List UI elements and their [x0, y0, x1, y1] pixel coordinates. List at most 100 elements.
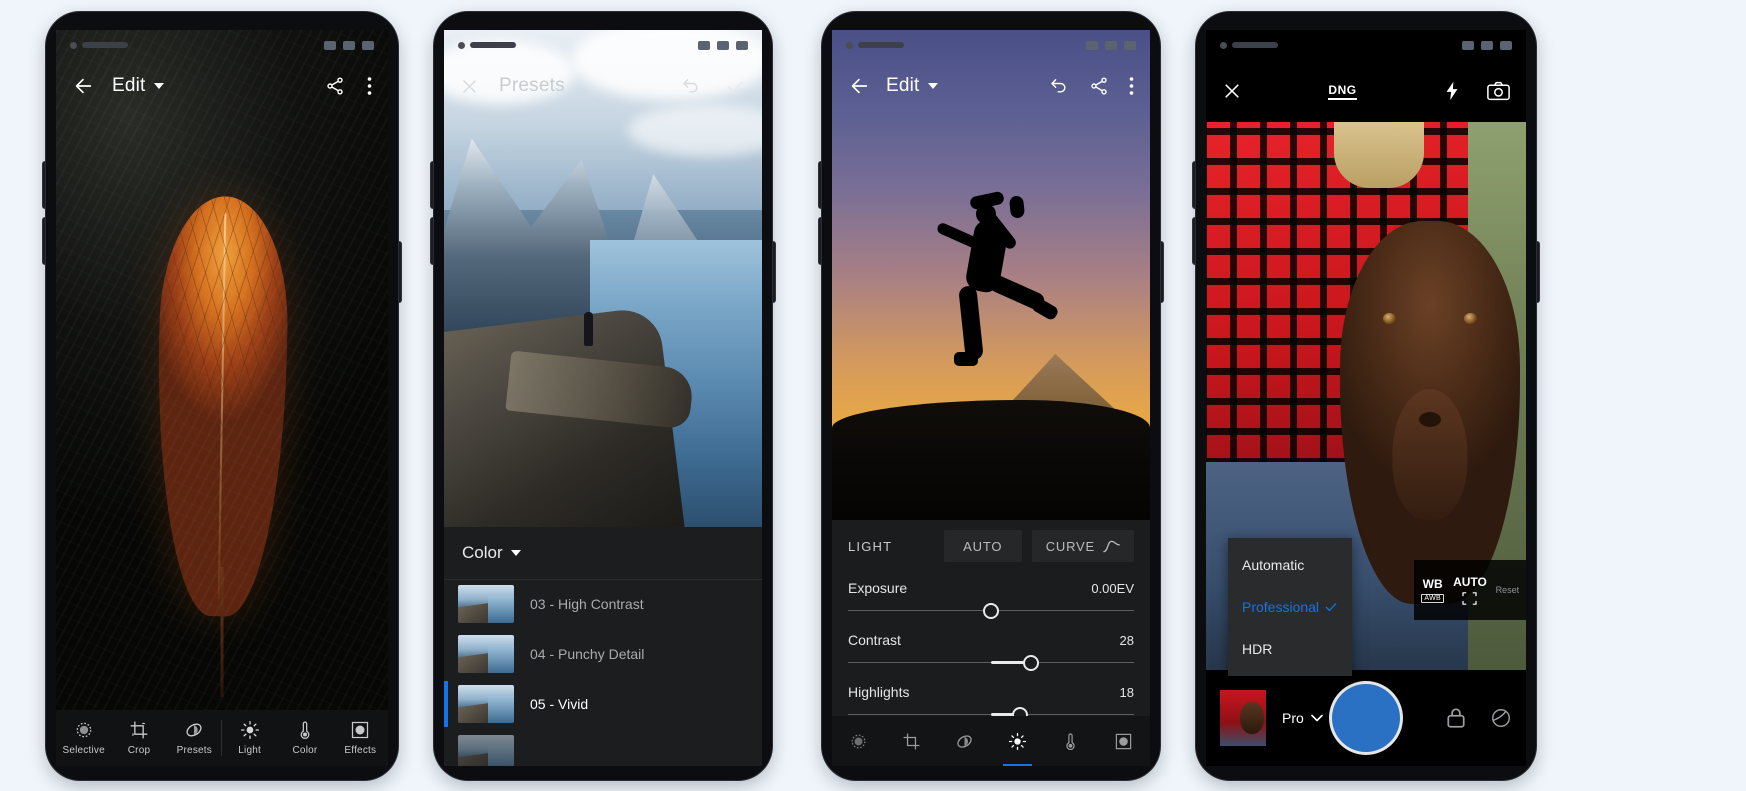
- toolbar-item-crop[interactable]: Crop: [111, 720, 166, 756]
- ground-silhouette: [832, 400, 1150, 520]
- light-panel-header: LIGHT AUTO CURVE: [832, 520, 1150, 572]
- menu-item-hdr[interactable]: HDR: [1228, 628, 1352, 670]
- dog-nose: [1419, 412, 1442, 428]
- toolbar-item-presets[interactable]: Presets: [167, 720, 222, 756]
- camera-settings-icon[interactable]: [1490, 707, 1512, 729]
- auto-button[interactable]: AUTO: [943, 530, 1022, 562]
- undo-icon[interactable]: [681, 76, 701, 96]
- dog-subject: [1340, 220, 1520, 605]
- preset-group-selector[interactable]: Color: [444, 527, 762, 579]
- slider-value: 18: [1119, 685, 1134, 700]
- dog-eye-right: [1463, 312, 1477, 324]
- toolbar-item-color[interactable]: Color: [277, 720, 332, 756]
- caret-down-icon[interactable]: [927, 83, 938, 89]
- edit-toolbar: [832, 716, 1150, 766]
- slider-exposure[interactable]: Exposure 0.00EV: [832, 572, 1150, 624]
- page-title: Presets: [499, 75, 565, 96]
- list-item[interactable]: [444, 729, 762, 766]
- edit-app-bar: Edit: [56, 60, 388, 112]
- exposure-lock-icon[interactable]: [1446, 707, 1466, 729]
- camera-switch-icon[interactable]: [1487, 81, 1510, 101]
- toolbar-label: Crop: [127, 745, 151, 756]
- edit-app-bar: Edit: [832, 60, 1150, 112]
- list-item[interactable]: 04 - Punchy Detail: [444, 629, 762, 679]
- arrow-left-icon[interactable]: [72, 75, 94, 97]
- wifi-icon: [698, 40, 710, 50]
- presets-app-bar: Presets: [444, 60, 762, 112]
- curve-button[interactable]: CURVE: [1031, 530, 1134, 562]
- share-icon[interactable]: [325, 76, 345, 96]
- effects-frame-icon: [350, 720, 370, 740]
- slider-track[interactable]: [848, 600, 1134, 622]
- crop-icon: [129, 720, 149, 740]
- section-title: LIGHT: [848, 538, 893, 554]
- flash-icon[interactable]: [1443, 81, 1461, 101]
- toolbar-item-light[interactable]: Light: [222, 720, 277, 756]
- close-x-icon[interactable]: [1222, 81, 1242, 101]
- toolbar-item-effects[interactable]: Effects: [333, 720, 388, 756]
- camera-mode-selector[interactable]: Pro: [1282, 710, 1323, 726]
- presets-icon: [184, 720, 204, 740]
- check-icon[interactable]: [725, 76, 746, 97]
- list-item[interactable]: 05 - Vivid: [444, 679, 762, 729]
- phone-lightroom-light-panel: Edit LIGHT AUTO CURVE Exposure 0.00EV Co…: [819, 12, 1163, 780]
- status-bar: [832, 30, 1150, 60]
- battery-icon: [1124, 40, 1136, 50]
- status-bar: [1206, 30, 1526, 60]
- slider-contrast[interactable]: Contrast 28: [832, 624, 1150, 676]
- wifi-icon: [1462, 40, 1474, 50]
- toolbar-item-crop[interactable]: [885, 716, 938, 766]
- undo-icon[interactable]: [1049, 76, 1069, 96]
- slider-label: Exposure: [848, 580, 908, 596]
- edit-toolbar: Selective Crop Presets Light Color Effec…: [56, 710, 388, 766]
- slider-knob[interactable]: [983, 603, 999, 619]
- menu-item-professional[interactable]: Professional: [1228, 586, 1352, 628]
- camera-dot: [70, 41, 77, 49]
- menu-label: HDR: [1242, 641, 1273, 657]
- arrow-left-icon[interactable]: [848, 75, 870, 97]
- toolbar-item-selective[interactable]: [832, 716, 885, 766]
- wifi-icon: [324, 40, 336, 50]
- format-badge[interactable]: DNG: [1328, 83, 1357, 100]
- phone-screen: Edit Selective Crop Presets Light Color …: [56, 30, 388, 766]
- toolbar-item-light[interactable]: [991, 716, 1044, 766]
- selective-icon: [849, 732, 868, 751]
- battery-icon: [362, 40, 374, 50]
- person-silhouette: [583, 312, 593, 346]
- toolbar-item-effects[interactable]: [1097, 716, 1150, 766]
- mode-label: Pro: [1282, 710, 1304, 726]
- white-balance-control[interactable]: WB AWB: [1414, 577, 1451, 603]
- signal-icon: [1481, 40, 1493, 50]
- crop-icon: [902, 732, 921, 751]
- toolbar-label: Presets: [176, 745, 212, 756]
- preset-thumbnail: [458, 735, 514, 766]
- slider-track[interactable]: [848, 652, 1134, 674]
- wb-label: WB: [1422, 577, 1443, 591]
- shutter-button[interactable]: [1332, 684, 1400, 752]
- toolbar-item-presets[interactable]: [938, 716, 991, 766]
- share-icon[interactable]: [1089, 76, 1109, 96]
- menu-item-automatic[interactable]: Automatic: [1228, 544, 1352, 586]
- phone-screen: Edit LIGHT AUTO CURVE Exposure 0.00EV Co…: [832, 30, 1150, 766]
- toolbar-item-color[interactable]: [1044, 716, 1097, 766]
- camera-bottom-bar: Pro: [1206, 670, 1526, 766]
- focus-brackets-icon: [1462, 592, 1478, 605]
- toolbar-item-selective[interactable]: Selective: [56, 720, 111, 756]
- more-vertical-icon[interactable]: [367, 76, 372, 96]
- toolbar-label: Light: [238, 745, 261, 756]
- slider-knob[interactable]: [1023, 655, 1040, 671]
- more-vertical-icon[interactable]: [1129, 76, 1134, 96]
- last-photo-thumbnail[interactable]: [1220, 690, 1266, 746]
- list-item[interactable]: 03 - High Contrast: [444, 579, 762, 629]
- reset-control[interactable]: Reset: [1489, 585, 1526, 595]
- focus-label: AUTO: [1453, 575, 1487, 589]
- status-bar: [56, 30, 388, 60]
- dog-eye-left: [1383, 312, 1397, 324]
- caret-down-icon[interactable]: [153, 83, 164, 89]
- close-x-icon[interactable]: [460, 77, 479, 96]
- leaf-photo: [56, 30, 388, 766]
- toolbar-label: Selective: [62, 745, 105, 756]
- presets-panel: Color 03 - High Contrast 04 - Punchy Det…: [444, 527, 762, 766]
- focus-control[interactable]: AUTO: [1451, 575, 1488, 605]
- selection-bar: [444, 731, 448, 766]
